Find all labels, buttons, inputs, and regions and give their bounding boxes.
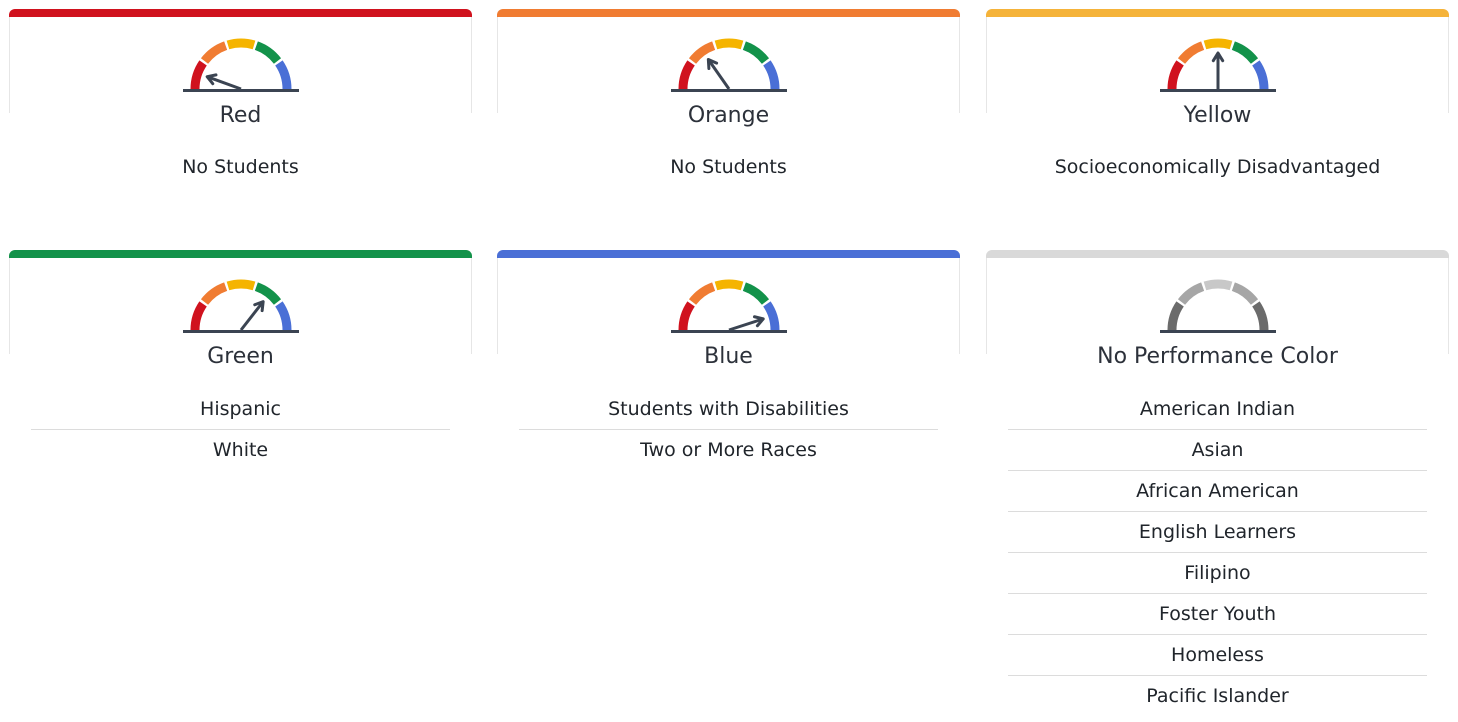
gauge-icon-yellow [1159, 27, 1276, 97]
student-group: African American [1008, 471, 1427, 512]
card-green: Green Hispanic White [9, 250, 472, 495]
gauge-segment [762, 301, 779, 331]
level-label-no-color: No Performance Color [1097, 344, 1338, 369]
card-orange: Orange No Students [497, 9, 960, 209]
level-label-orange: Orange [687, 103, 770, 128]
gauge-segment [1203, 279, 1232, 291]
card-yellow: Yellow Socioeconomically Disadvantaged [986, 9, 1449, 209]
student-group: Homeless [1008, 635, 1427, 676]
gauge-segment [190, 60, 207, 90]
gauge-segment [254, 41, 281, 64]
student-group: Two or More Races [640, 439, 817, 461]
student-group: No Students [670, 156, 787, 178]
color-bar-yellow [986, 9, 1449, 17]
gauge-segment [714, 279, 743, 291]
student-group-list: Students with Disabilities Two or More R… [519, 389, 938, 470]
gauge-icon-blue [670, 268, 787, 338]
gauge-segment [226, 38, 255, 50]
gauge-segment [274, 60, 291, 90]
student-group: White [212, 439, 269, 461]
student-group: Foster Youth [1008, 594, 1427, 635]
gauge-segment [190, 301, 207, 331]
student-group-list: Hispanic White [31, 389, 450, 470]
gauge-segment [274, 301, 291, 331]
gauge-segment [254, 282, 281, 305]
gauge-segment [226, 279, 255, 291]
gauge-segment [742, 282, 769, 305]
gauge-segment [200, 41, 227, 64]
gauge-segment [1251, 301, 1268, 331]
gauge-segment [1231, 282, 1258, 305]
level-label-yellow: Yellow [1183, 103, 1252, 128]
student-group: Socioeconomically Disadvantaged [1054, 156, 1381, 178]
level-label-blue: Blue [704, 344, 753, 369]
gauge-segment [714, 38, 743, 50]
student-group: Filipino [1008, 553, 1427, 594]
student-group: Hispanic [31, 389, 450, 430]
gauge-needle [706, 58, 730, 90]
color-bar-red [9, 9, 472, 17]
gauge-segment [1231, 41, 1258, 64]
student-group: American Indian [1008, 389, 1427, 430]
card-red: Red No Students [9, 9, 472, 209]
student-group: English Learners [1008, 512, 1427, 553]
student-group: Asian [1008, 430, 1427, 471]
level-label-red: Red [219, 103, 262, 128]
gauge-segment [742, 41, 769, 64]
gauge-icon-green [182, 268, 299, 338]
student-group: Students with Disabilities [519, 389, 938, 430]
gauge-segment [200, 282, 227, 305]
card-blue: Blue Students with Disabilities Two or M… [497, 250, 960, 495]
gauge-icon-gray [1159, 268, 1276, 338]
gauge-segment [1203, 38, 1232, 50]
gauge-segment [1167, 301, 1184, 331]
color-bar-green [9, 250, 472, 258]
level-label-green: Green [207, 344, 274, 369]
color-bar-gray [986, 250, 1449, 258]
gauge-segment [1177, 41, 1204, 64]
gauge-icon-orange [670, 27, 787, 97]
card-no-color: No Performance Color American Indian Asi… [986, 250, 1449, 722]
gauge-segment [678, 301, 695, 331]
gauge-needle [239, 300, 264, 331]
student-group: Pacific Islander [1146, 685, 1289, 707]
student-group: No Students [182, 156, 299, 178]
gauge-segment [1167, 60, 1184, 90]
gauge-segment [1177, 282, 1204, 305]
gauge-segment [1251, 60, 1268, 90]
color-bar-orange [497, 9, 960, 17]
gauge-segment [688, 41, 715, 64]
gauge-segment [678, 60, 695, 90]
color-bar-blue [497, 250, 960, 258]
gauge-segment [688, 282, 715, 305]
gauge-segment [762, 60, 779, 90]
gauge-icon-red [182, 27, 299, 97]
student-group-list: American Indian Asian African American E… [1008, 389, 1427, 716]
